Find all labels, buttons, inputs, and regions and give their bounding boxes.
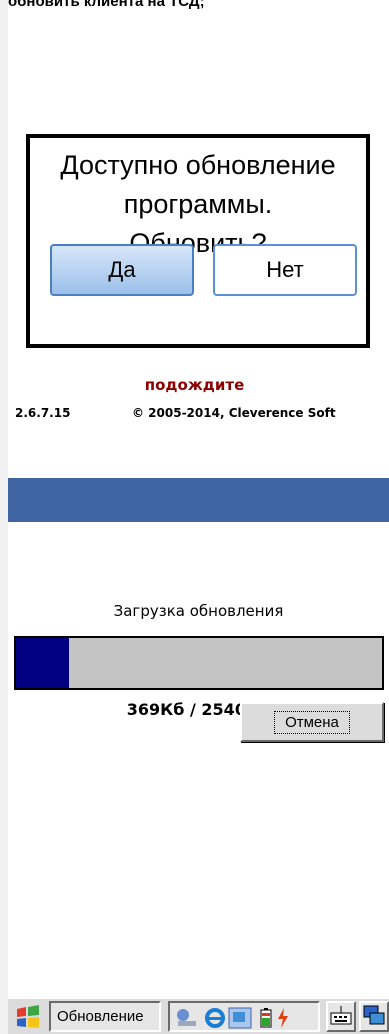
header-text: обновить клиента на ТСД; — [8, 0, 205, 10]
keyboard-icon — [330, 1006, 352, 1025]
keyboard-button[interactable] — [326, 1001, 356, 1032]
progress-fill — [16, 638, 70, 688]
cancel-label: Отмена — [274, 710, 350, 734]
wait-text: подождите — [144, 376, 245, 394]
internet-explorer-icon[interactable] — [204, 1007, 226, 1029]
no-button[interactable]: Нет — [213, 244, 357, 296]
download-progress-bar — [14, 636, 384, 690]
network-icon[interactable] — [174, 1007, 202, 1029]
windows-icon — [363, 1005, 385, 1025]
power-icon[interactable] — [276, 1007, 290, 1029]
battery-icon[interactable] — [258, 1007, 274, 1029]
update-dialog: Доступно обновление программы. Обновить?… — [26, 134, 370, 348]
windows-start-icon[interactable] — [11, 1004, 45, 1030]
version-label: 2.6.7.15 — [15, 406, 71, 420]
dialog-line-1: Доступно обновление — [60, 150, 336, 180]
sync-icon[interactable] — [228, 1007, 254, 1029]
copyright-label: © 2005-2014, Cleverence Soft — [132, 406, 336, 420]
cancel-button[interactable]: Отмена — [240, 702, 384, 742]
taskbar: Обновление — [8, 997, 389, 1034]
dialog-line-2: программы. — [123, 189, 273, 219]
download-title: Загрузка обновления — [113, 602, 284, 620]
windows-button[interactable] — [359, 1001, 389, 1032]
yes-button[interactable]: Да — [50, 244, 194, 296]
task-update-button[interactable]: Обновление — [49, 1001, 161, 1032]
system-tray — [168, 1001, 320, 1032]
left-edge — [0, 0, 8, 1034]
header-band — [8, 478, 389, 522]
task-label: Обновление — [57, 1008, 144, 1025]
